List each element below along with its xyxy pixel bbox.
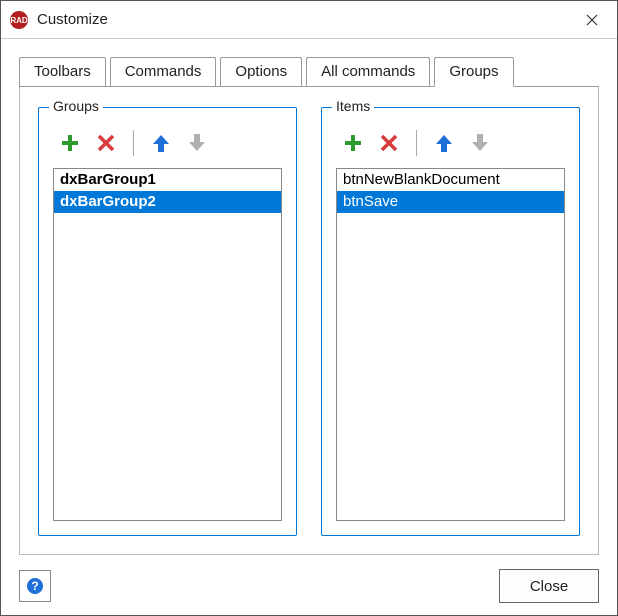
items-listbox[interactable]: btnNewBlankDocumentbtnSave — [336, 168, 565, 521]
tab-groups[interactable]: Groups — [434, 57, 513, 87]
tab-all-commands[interactable]: All commands — [306, 57, 430, 87]
help-icon: ? — [26, 577, 44, 595]
items-toolbar — [336, 126, 565, 168]
groups-groupbox: Groups — [38, 107, 297, 536]
items-moveup-button[interactable] — [431, 130, 457, 156]
svg-text:RAD: RAD — [10, 16, 28, 25]
groups-delete-button[interactable] — [93, 130, 119, 156]
add-icon — [59, 132, 81, 154]
tab-toolbars[interactable]: Toolbars — [19, 57, 106, 87]
list-item[interactable]: dxBarGroup1 — [54, 169, 281, 191]
groups-movedown-button[interactable] — [184, 130, 210, 156]
items-groupbox: Items — [321, 107, 580, 536]
up-arrow-icon — [150, 132, 172, 154]
down-arrow-icon — [469, 132, 491, 154]
window-close-button[interactable] — [567, 1, 617, 39]
add-icon — [342, 132, 364, 154]
toolbar-separator — [133, 130, 134, 156]
customize-dialog: RAD Customize Toolbars Commands Options … — [0, 0, 618, 616]
delete-icon — [96, 133, 116, 153]
help-button[interactable]: ? — [19, 570, 51, 602]
up-arrow-icon — [433, 132, 455, 154]
content-area: Toolbars Commands Options All commands G… — [1, 39, 617, 615]
groups-toolbar — [53, 126, 282, 168]
dialog-footer: ? Close — [19, 555, 599, 603]
items-add-button[interactable] — [340, 130, 366, 156]
down-arrow-icon — [186, 132, 208, 154]
items-legend: Items — [332, 98, 374, 114]
list-item[interactable]: btnNewBlankDocument — [337, 169, 564, 191]
close-button[interactable]: Close — [499, 569, 599, 603]
svg-text:?: ? — [31, 579, 38, 593]
tab-panel-groups: Groups — [19, 87, 599, 555]
groups-listbox[interactable]: dxBarGroup1dxBarGroup2 — [53, 168, 282, 521]
titlebar: RAD Customize — [1, 1, 617, 39]
groups-moveup-button[interactable] — [148, 130, 174, 156]
groups-add-button[interactable] — [57, 130, 83, 156]
close-icon — [586, 14, 598, 26]
toolbar-separator — [416, 130, 417, 156]
list-item[interactable]: dxBarGroup2 — [54, 191, 281, 213]
delete-icon — [379, 133, 399, 153]
tabstrip: Toolbars Commands Options All commands G… — [19, 57, 599, 87]
list-item[interactable]: btnSave — [337, 191, 564, 213]
groups-legend: Groups — [49, 98, 103, 114]
items-movedown-button[interactable] — [467, 130, 493, 156]
tab-options[interactable]: Options — [220, 57, 302, 87]
window-title: Customize — [37, 11, 567, 28]
items-delete-button[interactable] — [376, 130, 402, 156]
app-icon: RAD — [9, 10, 29, 30]
tab-commands[interactable]: Commands — [110, 57, 217, 87]
